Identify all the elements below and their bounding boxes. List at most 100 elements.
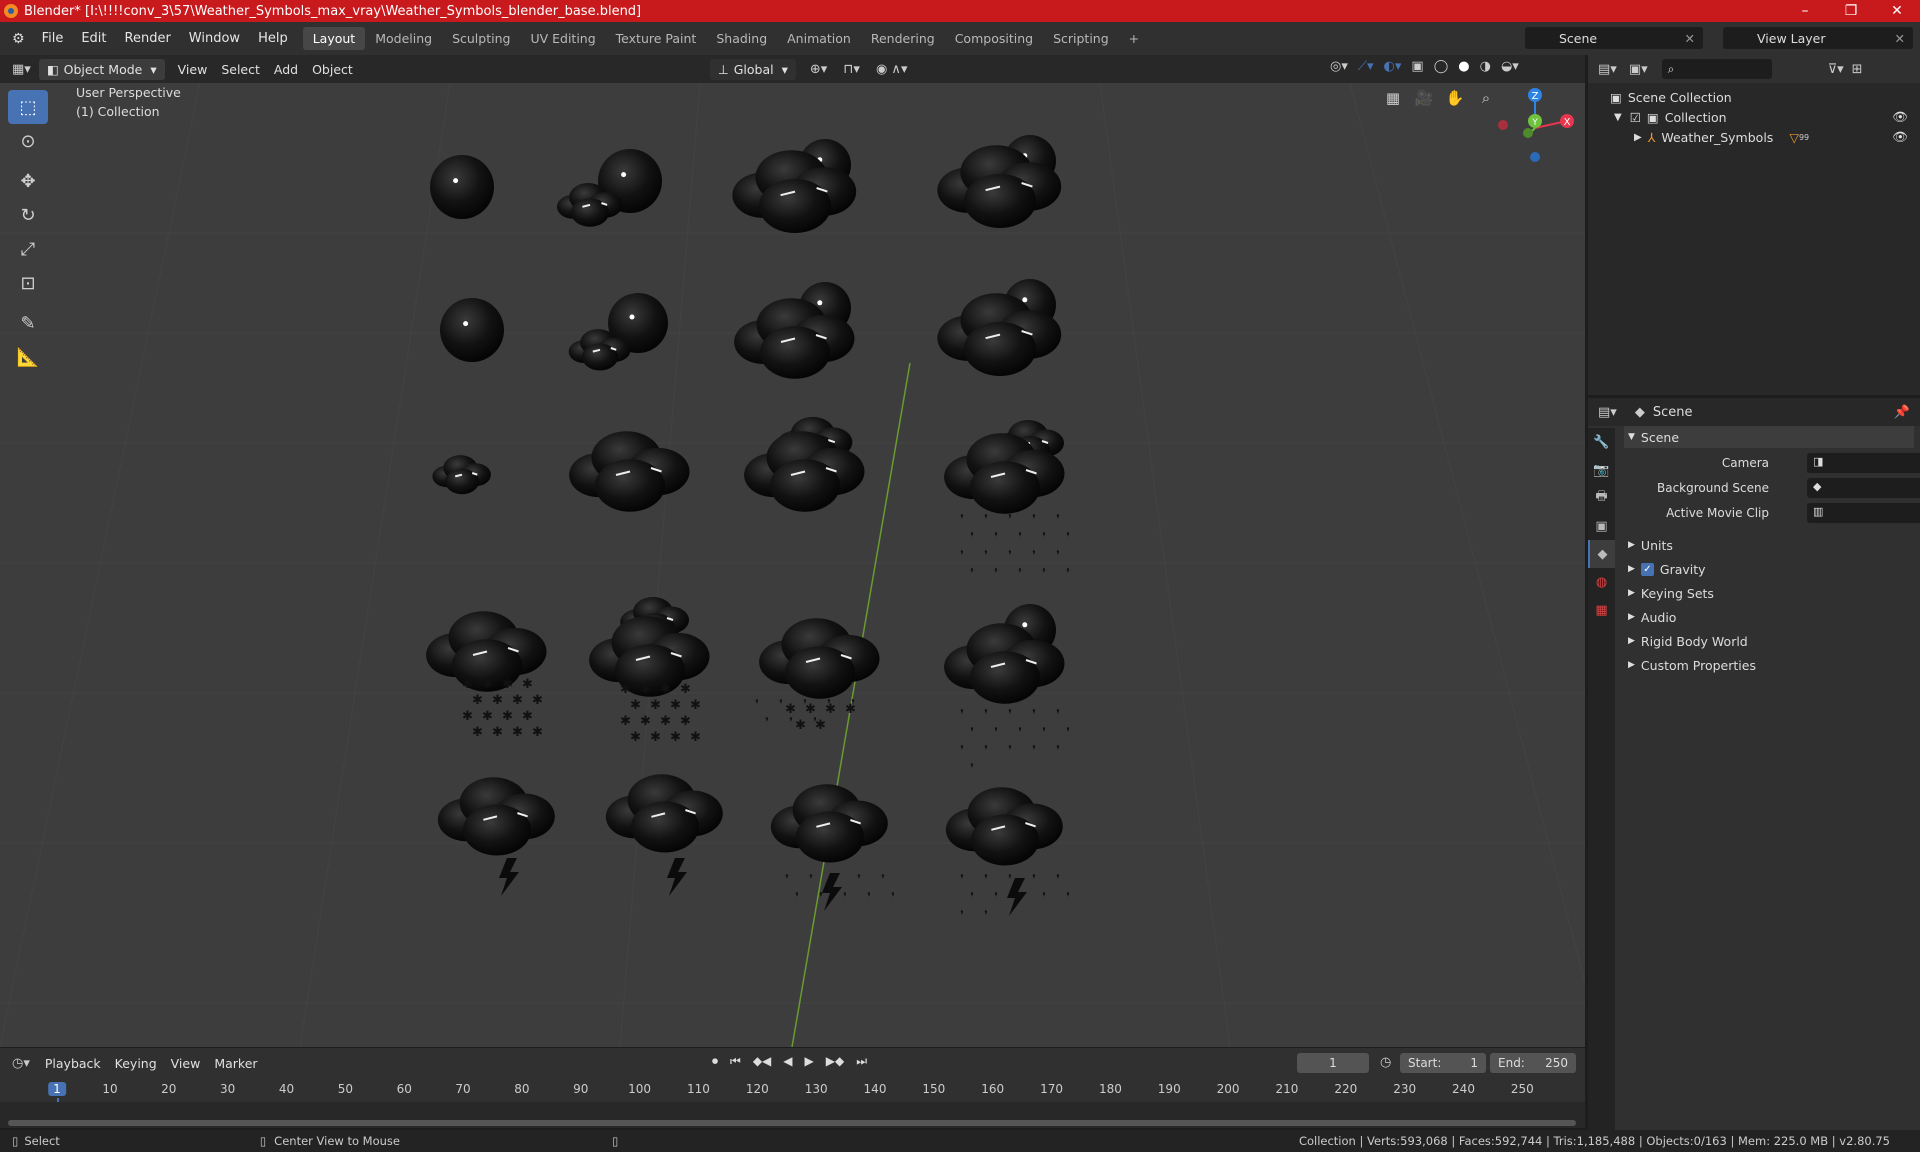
editor-type-icon[interactable]: ▦▾: [0, 62, 39, 77]
playhead[interactable]: 1: [48, 1082, 66, 1096]
next-keyframe-icon[interactable]: ▶◆: [826, 1054, 844, 1069]
menu-playback[interactable]: Playback: [38, 1056, 108, 1071]
rotate-icon[interactable]: ↻: [8, 198, 48, 232]
add-workspace-icon[interactable]: +: [1119, 27, 1149, 50]
start-frame-field[interactable]: Start: 1: [1400, 1053, 1486, 1073]
menu-add[interactable]: Add: [267, 62, 305, 77]
proportional-edit-icon[interactable]: ◉ ∧▾: [876, 62, 908, 77]
tool-tab-icon[interactable]: 🔧: [1588, 428, 1615, 456]
tab-sculpting[interactable]: Sculpting: [442, 27, 520, 50]
rigid-body-world-panel[interactable]: ▶ Rigid Body World: [1624, 630, 1914, 652]
tab-compositing[interactable]: Compositing: [945, 27, 1043, 50]
tab-animation[interactable]: Animation: [777, 27, 861, 50]
menu-timeline-view[interactable]: View: [164, 1056, 208, 1071]
visibility-icon[interactable]: ◎▾: [1330, 59, 1348, 74]
snap-icon[interactable]: ⊓▾: [843, 62, 860, 77]
prev-keyframe-icon[interactable]: ◆◀: [753, 1054, 771, 1069]
mesh-data-icon[interactable]: ▽: [1789, 130, 1799, 145]
new-collection-icon[interactable]: ⊞: [1852, 62, 1863, 77]
scene-name-field[interactable]: Scene ✕: [1525, 27, 1703, 49]
tab-shading[interactable]: Shading: [706, 27, 777, 50]
timeline-editor-icon[interactable]: ◷▾: [12, 1056, 30, 1071]
gizmo-toggle-icon[interactable]: ⟋▾: [1358, 59, 1374, 74]
navigation-gizmo[interactable]: Z X Y: [1490, 83, 1580, 173]
minimize-button[interactable]: –: [1782, 0, 1828, 22]
measure-icon[interactable]: 📐: [8, 340, 48, 374]
menu-file[interactable]: File: [33, 31, 73, 46]
pivot-icon[interactable]: ⊕▾: [810, 62, 827, 77]
3d-viewport[interactable]: ❜ ❜ ❜ ❜ ❜ ❜ ❜ ❜ ❜ ❜ ❜ ❜ ❜ ❜ ❜ ❜ ❜ ❜ ❜ ❜ ✱ ✱ ✱ ✱ ✱ ✱ ✱ ✱ ✱ ✱ ✱ ✱ ✱ ✱ ✱ ✱ ✱ ✱ ✱ ✱…: [0, 83, 1585, 1047]
menu-keying[interactable]: Keying: [108, 1056, 164, 1071]
world-tab-icon[interactable]: ◍: [1588, 568, 1615, 596]
properties-editor-icon[interactable]: ▤▾: [1598, 405, 1617, 420]
scene-panel-header[interactable]: ▼ Scene: [1624, 426, 1914, 448]
close-icon[interactable]: ✕: [1895, 31, 1905, 46]
orientation-dropdown[interactable]: ⊥ Global ▾: [709, 58, 796, 80]
eye-icon[interactable]: 👁: [1892, 129, 1908, 145]
pan-hand-icon[interactable]: ✋: [1442, 85, 1468, 111]
menu-select[interactable]: Select: [214, 62, 267, 77]
scene-tab-icon[interactable]: ◆: [1588, 540, 1615, 568]
expand-arrow-icon[interactable]: ▼: [1614, 112, 1622, 123]
menu-help[interactable]: Help: [249, 31, 297, 46]
move-icon[interactable]: ✥: [8, 164, 48, 198]
menu-edit[interactable]: Edit: [72, 31, 115, 46]
close-icon[interactable]: ✕: [1685, 31, 1695, 46]
gravity-panel[interactable]: ▶ ✓ Gravity: [1624, 558, 1914, 580]
pin-icon[interactable]: 📌: [1894, 405, 1910, 420]
custom-properties-panel[interactable]: ▶ Custom Properties: [1624, 654, 1914, 676]
rendered-shading-icon[interactable]: ◒▾: [1501, 59, 1519, 74]
tab-texture-paint[interactable]: Texture Paint: [606, 27, 707, 50]
gravity-checkbox[interactable]: ✓: [1640, 562, 1654, 576]
checkbox-icon[interactable]: ☑: [1630, 110, 1641, 125]
tab-modeling[interactable]: Modeling: [365, 27, 442, 50]
output-tab-icon[interactable]: 🖶: [1588, 484, 1615, 512]
record-icon[interactable]: ⏺: [712, 1054, 718, 1069]
keying-sets-panel[interactable]: ▶ Keying Sets: [1624, 582, 1914, 604]
play-reverse-icon[interactable]: ◀: [783, 1054, 792, 1069]
solid-shading-icon[interactable]: ●: [1458, 59, 1469, 74]
timeline-scrollbar[interactable]: [8, 1120, 1576, 1126]
menu-render[interactable]: Render: [116, 31, 180, 46]
tab-layout[interactable]: Layout: [302, 27, 366, 50]
perspective-toggle-icon[interactable]: ▦: [1380, 85, 1406, 111]
play-icon[interactable]: ▶: [805, 1054, 814, 1069]
maximize-button[interactable]: ❐: [1828, 0, 1874, 22]
outliner-row-collection[interactable]: ▼ ☑ ▣ Collection 👁: [1588, 107, 1920, 127]
material-shading-icon[interactable]: ◑: [1480, 59, 1491, 74]
background-scene-field[interactable]: ◆: [1807, 478, 1920, 498]
xray-icon[interactable]: ▣: [1411, 59, 1423, 74]
audio-panel[interactable]: ▶ Audio: [1624, 606, 1914, 628]
active-movie-clip-field[interactable]: ▥: [1807, 503, 1920, 523]
annotate-icon[interactable]: ✎: [8, 306, 48, 340]
jump-end-icon[interactable]: ⏭: [856, 1054, 867, 1069]
menu-window[interactable]: Window: [180, 31, 249, 46]
render-tab-icon[interactable]: 📷: [1588, 456, 1615, 484]
tab-rendering[interactable]: Rendering: [861, 27, 945, 50]
clock-icon[interactable]: ◷: [1380, 1055, 1391, 1070]
outliner-row-scene-collection[interactable]: ▣ Scene Collection: [1588, 87, 1920, 107]
filter-icon[interactable]: ⊽▾: [1828, 62, 1844, 77]
cursor-icon[interactable]: ⊙: [8, 124, 48, 158]
end-frame-field[interactable]: End: 250: [1490, 1053, 1576, 1073]
view-layer-tab-icon[interactable]: ▣: [1588, 512, 1615, 540]
mode-dropdown[interactable]: ◧ Object Mode ▾: [38, 58, 165, 80]
outliner-row-weather-symbols[interactable]: ▶ ⅄ Weather_Symbols ▽ 99 👁: [1588, 127, 1920, 147]
eye-icon[interactable]: 👁: [1892, 109, 1908, 125]
camera-view-icon[interactable]: 🎥: [1411, 85, 1437, 111]
wireframe-shading-icon[interactable]: ◯: [1434, 59, 1449, 74]
view-layer-field[interactable]: View Layer ✕: [1723, 27, 1913, 49]
overlay-toggle-icon[interactable]: ◐▾: [1384, 59, 1402, 74]
select-box-icon[interactable]: ⬚: [8, 90, 48, 124]
outliner-editor-icon[interactable]: ▤▾: [1598, 62, 1617, 77]
close-button[interactable]: ✕: [1874, 0, 1920, 22]
expand-arrow-icon[interactable]: ▶: [1634, 132, 1642, 143]
outliner-search-input[interactable]: ⌕: [1661, 59, 1772, 79]
transform-icon[interactable]: ⊡: [8, 266, 48, 300]
menu-object[interactable]: Object: [305, 62, 360, 77]
menu-view[interactable]: View: [171, 62, 215, 77]
units-panel[interactable]: ▶ Units: [1624, 534, 1914, 556]
blender-menu-icon[interactable]: ⚙: [0, 31, 33, 47]
frame-ruler[interactable]: 1 10 20 30 40 50 60 70 80 90 100 110 120 130 140 150 160…: [0, 1078, 1585, 1128]
current-frame-field[interactable]: 1: [1297, 1053, 1369, 1073]
